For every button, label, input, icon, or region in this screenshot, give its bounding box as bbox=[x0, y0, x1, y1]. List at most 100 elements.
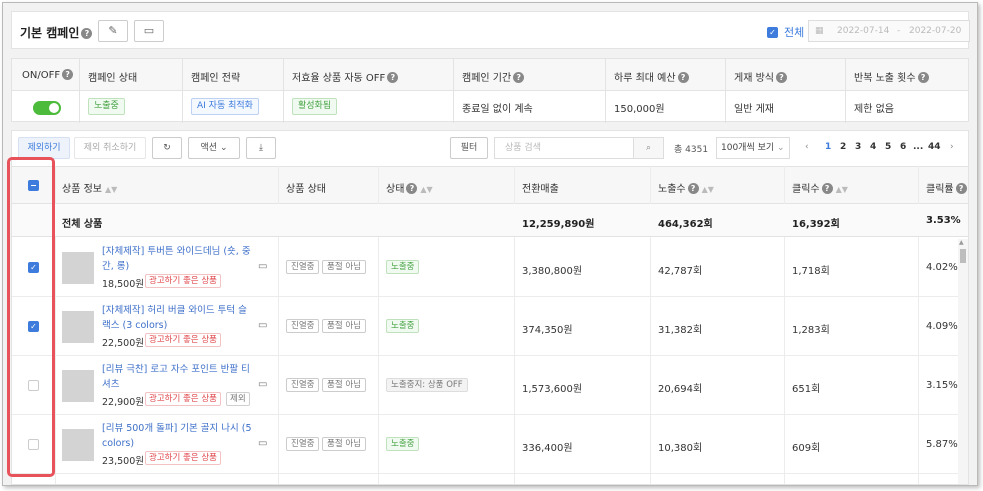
product-name-link[interactable]: [자체제작] 허리 버클 와이드 투턱 슬랙스 (3 colors) bbox=[102, 303, 252, 333]
product-thumbnail bbox=[62, 429, 94, 461]
chevron-down-icon: ⌄ bbox=[777, 143, 785, 153]
impressions-value: 20,694회 bbox=[658, 384, 703, 395]
revenue-value: 1,573,600원 bbox=[522, 384, 583, 395]
search-icon[interactable]: ⌕ bbox=[633, 138, 663, 158]
page-1[interactable]: 1 bbox=[825, 142, 831, 152]
summary-clicks: 16,392회 bbox=[792, 219, 840, 230]
summary-revenue: 12,259,890원 bbox=[522, 219, 595, 230]
scrollbar[interactable]: ▲ bbox=[958, 239, 968, 484]
ctr-value: 5.87% bbox=[926, 439, 958, 450]
cancel-exclude-button[interactable]: 제외 취소하기 bbox=[74, 137, 146, 159]
all-label: 전체 bbox=[784, 26, 805, 39]
page-4[interactable]: 4 bbox=[870, 142, 876, 152]
divider bbox=[725, 59, 726, 123]
col-ctr[interactable]: 클릭률? bbox=[926, 180, 967, 195]
col-impressions[interactable]: 노출수? ▲▼ bbox=[658, 180, 714, 195]
product-search-input[interactable]: 상품 검색 ⌕ bbox=[494, 137, 664, 159]
table-row: ✓ [자체제작] 허리 버클 와이드 투턱 슬랙스 (3 colors) 22,… bbox=[12, 297, 968, 356]
product-table-header: 상품 정보 ▲▼ 상품 상태 상태? ▲▼ 전환매출 노출수? ▲▼ 클릭수? ▲▼ 클… bbox=[12, 166, 968, 204]
refresh-button[interactable]: ↻ bbox=[152, 137, 182, 159]
action-dropdown[interactable]: 액션 ⌄ bbox=[188, 137, 240, 159]
page-6[interactable]: 6 bbox=[900, 142, 906, 152]
all-checkbox[interactable]: ✓ bbox=[767, 27, 778, 38]
revenue-value: 374,350원 bbox=[522, 325, 573, 336]
divider bbox=[283, 59, 284, 123]
date-start: 2022-07-14 bbox=[837, 26, 890, 36]
product-price: 22,500원 bbox=[102, 338, 144, 349]
col-campaign-period: 캠페인 기간? bbox=[462, 69, 525, 84]
recommend-badge: 광고하기 좋은 상품 bbox=[145, 451, 221, 465]
date-separator: - bbox=[897, 26, 901, 36]
divider bbox=[605, 59, 606, 123]
product-thumbnail bbox=[62, 370, 94, 402]
exclude-button[interactable]: 제외하기 bbox=[18, 137, 70, 159]
download-button[interactable]: ⤓ bbox=[246, 137, 276, 159]
display-tag: 진열중 bbox=[286, 378, 320, 392]
page-ellipsis: ... bbox=[913, 142, 924, 152]
cart-icon[interactable]: ▭ bbox=[258, 438, 267, 449]
table-row: [리뷰 극찬] 로고 자수 포인트 반팔 티셔츠 22,900원 광고하기 좋은… bbox=[12, 356, 968, 415]
impressions-value: 31,382회 bbox=[658, 325, 703, 336]
next-page-icon[interactable]: › bbox=[950, 142, 954, 152]
cart-icon[interactable]: ▭ bbox=[258, 320, 267, 331]
status-badge: 노출중 bbox=[386, 260, 420, 274]
table-row: ✓ [자체제작] 투버튼 와이드데님 (숏, 중간, 롱) 18,500원 광고… bbox=[12, 238, 968, 297]
product-name-link[interactable]: [리뷰 500개 돌파] 기본 골지 나시 (5 colors) bbox=[102, 421, 252, 451]
col-onoff: ON/OFF? bbox=[22, 69, 74, 81]
cart-icon: ▭ bbox=[143, 24, 155, 37]
summary-label: 전체 상품 bbox=[62, 219, 103, 230]
sort-icon: ▲▼ bbox=[420, 185, 433, 194]
product-name-link[interactable]: [리뷰 극찬] 로고 자수 포인트 반팔 티셔츠 bbox=[102, 362, 252, 392]
page-3[interactable]: 3 bbox=[855, 142, 861, 152]
col-clicks[interactable]: 클릭수? ▲▼ bbox=[792, 180, 848, 195]
col-status[interactable]: 상태? ▲▼ bbox=[386, 180, 433, 195]
clicks-value: 651회 bbox=[792, 384, 821, 395]
product-thumbnail bbox=[62, 311, 94, 343]
cart-button[interactable]: ▭ bbox=[134, 20, 164, 42]
cart-icon[interactable]: ▭ bbox=[258, 261, 267, 272]
product-price: 23,500원 bbox=[102, 456, 144, 467]
scroll-up-icon[interactable]: ▲ bbox=[959, 239, 964, 246]
clicks-value: 1,718회 bbox=[792, 266, 830, 277]
page-44[interactable]: 44 bbox=[928, 142, 941, 152]
campaign-title: 기본 캠페인 bbox=[20, 26, 80, 40]
divider bbox=[182, 59, 183, 123]
divider bbox=[453, 59, 454, 123]
product-name-link[interactable]: [자체제작] 투버튼 와이드데님 (숏, 중간, 롱) bbox=[102, 244, 252, 274]
impressions-value: 10,380회 bbox=[658, 443, 703, 454]
page-2[interactable]: 2 bbox=[840, 142, 846, 152]
date-end: 2022-07-20 bbox=[909, 26, 962, 36]
page-5[interactable]: 5 bbox=[885, 142, 891, 152]
revenue-value: 3,380,800원 bbox=[522, 266, 583, 277]
display-method-value: 일반 게재 bbox=[734, 104, 774, 115]
campaign-onoff-toggle[interactable] bbox=[33, 101, 61, 115]
calendar-icon: ▦ bbox=[815, 26, 824, 36]
ctr-value: 3.15% bbox=[926, 380, 958, 391]
campaign-period-value: 종료일 없이 계속 bbox=[462, 104, 533, 115]
display-tag: 진열중 bbox=[286, 260, 320, 274]
page-size-select[interactable]: 100개씩 보기 ⌄ bbox=[716, 137, 790, 159]
help-icon[interactable]: ? bbox=[81, 28, 93, 39]
filter-button[interactable]: 필터 bbox=[450, 137, 488, 159]
revenue-value: 336,400원 bbox=[522, 443, 573, 454]
ctr-value: 4.09% bbox=[926, 321, 958, 332]
soldout-tag: 품절 아님 bbox=[322, 319, 366, 333]
col-revenue: 전환매출 bbox=[522, 184, 559, 195]
summary-ctr: 3.53% bbox=[926, 215, 961, 226]
col-product-info[interactable]: 상품 정보 ▲▼ bbox=[62, 180, 117, 195]
status-badge: 노출중지: 상품 OFF bbox=[386, 378, 468, 392]
cart-icon[interactable]: ▭ bbox=[258, 379, 267, 390]
edit-button[interactable]: ✎ bbox=[98, 20, 128, 42]
date-range-picker[interactable]: ▦ 2022-07-14 - 2022-07-20 bbox=[808, 20, 970, 42]
divider bbox=[845, 59, 846, 123]
scrollbar-thumb[interactable] bbox=[960, 249, 966, 263]
campaign-status-badge: 노출중 bbox=[88, 98, 125, 115]
chevron-down-icon: ⌄ bbox=[219, 143, 228, 153]
checkbox-column-highlight bbox=[7, 157, 55, 477]
recommend-badge: 광고하기 좋은 상품 bbox=[145, 333, 221, 347]
recommend-badge: 광고하기 좋은 상품 bbox=[145, 392, 221, 406]
product-thumbnail bbox=[62, 252, 94, 284]
prev-page-icon[interactable]: ‹ bbox=[805, 142, 809, 152]
ctr-value: 4.02% bbox=[926, 262, 958, 273]
clicks-value: 1,283회 bbox=[792, 325, 830, 336]
